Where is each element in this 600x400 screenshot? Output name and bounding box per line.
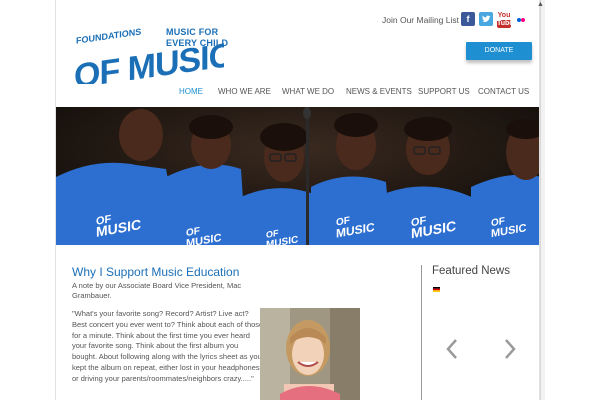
site-logo[interactable]: FOUNDATIONS OF MUSIC bbox=[74, 14, 224, 84]
nav-what-we-do[interactable]: WHAT WE DO bbox=[282, 87, 334, 96]
article-title[interactable]: Why I Support Music Education bbox=[72, 265, 239, 279]
carousel-prev-icon[interactable] bbox=[445, 337, 459, 361]
logo-arc-text: FOUNDATIONS bbox=[76, 27, 141, 46]
scroll-up-icon[interactable]: ▲ bbox=[536, 0, 545, 9]
featured-news-heading: Featured News bbox=[432, 265, 510, 277]
youtube-icon[interactable]: You Tube bbox=[497, 12, 514, 28]
nav-contact-us[interactable]: CONTACT US bbox=[478, 87, 529, 96]
article-subnote: A note by our Associate Board Vice Presi… bbox=[72, 281, 242, 300]
flag-icon bbox=[433, 287, 440, 292]
hero-image: OF MUSIC OF MUSIC OF MUSIC OF MUSIC OF M… bbox=[56, 107, 539, 245]
main-nav: HOME WHO WE ARE WHAT WE DO NEWS & EVENTS… bbox=[56, 87, 539, 101]
twitter-icon[interactable] bbox=[479, 12, 493, 26]
logo-tagline: MUSIC FOR EVERY CHILD bbox=[166, 27, 228, 49]
nav-home[interactable]: HOME bbox=[179, 87, 203, 96]
hero-illustration: OF MUSIC OF MUSIC OF MUSIC OF MUSIC OF M… bbox=[56, 107, 539, 245]
scrollbar[interactable] bbox=[540, 0, 545, 400]
page-container: FOUNDATIONS OF MUSIC MUSIC FOR EVERY CHI… bbox=[55, 0, 540, 400]
youtube-text-2: Tube bbox=[497, 20, 514, 28]
carousel-next-icon[interactable] bbox=[503, 337, 517, 361]
mailing-list-link[interactable]: Join Our Mailing List bbox=[382, 15, 459, 25]
donate-button[interactable]: DONATE bbox=[466, 42, 532, 60]
tagline-line-2: EVERY CHILD bbox=[166, 38, 229, 48]
facebook-icon[interactable]: f bbox=[461, 12, 475, 26]
article-quote: "What's your favorite song? Record? Arti… bbox=[72, 309, 264, 383]
nav-support-us[interactable]: SUPPORT US bbox=[418, 87, 470, 96]
flickr-icon[interactable] bbox=[514, 12, 528, 26]
author-photo bbox=[260, 308, 360, 400]
youtube-text-1: You bbox=[497, 12, 511, 19]
nav-news-events[interactable]: NEWS & EVENTS bbox=[346, 87, 412, 96]
nav-who-we-are[interactable]: WHO WE ARE bbox=[218, 87, 271, 96]
column-divider bbox=[421, 265, 422, 400]
tagline-line-1: MUSIC FOR bbox=[166, 27, 219, 37]
